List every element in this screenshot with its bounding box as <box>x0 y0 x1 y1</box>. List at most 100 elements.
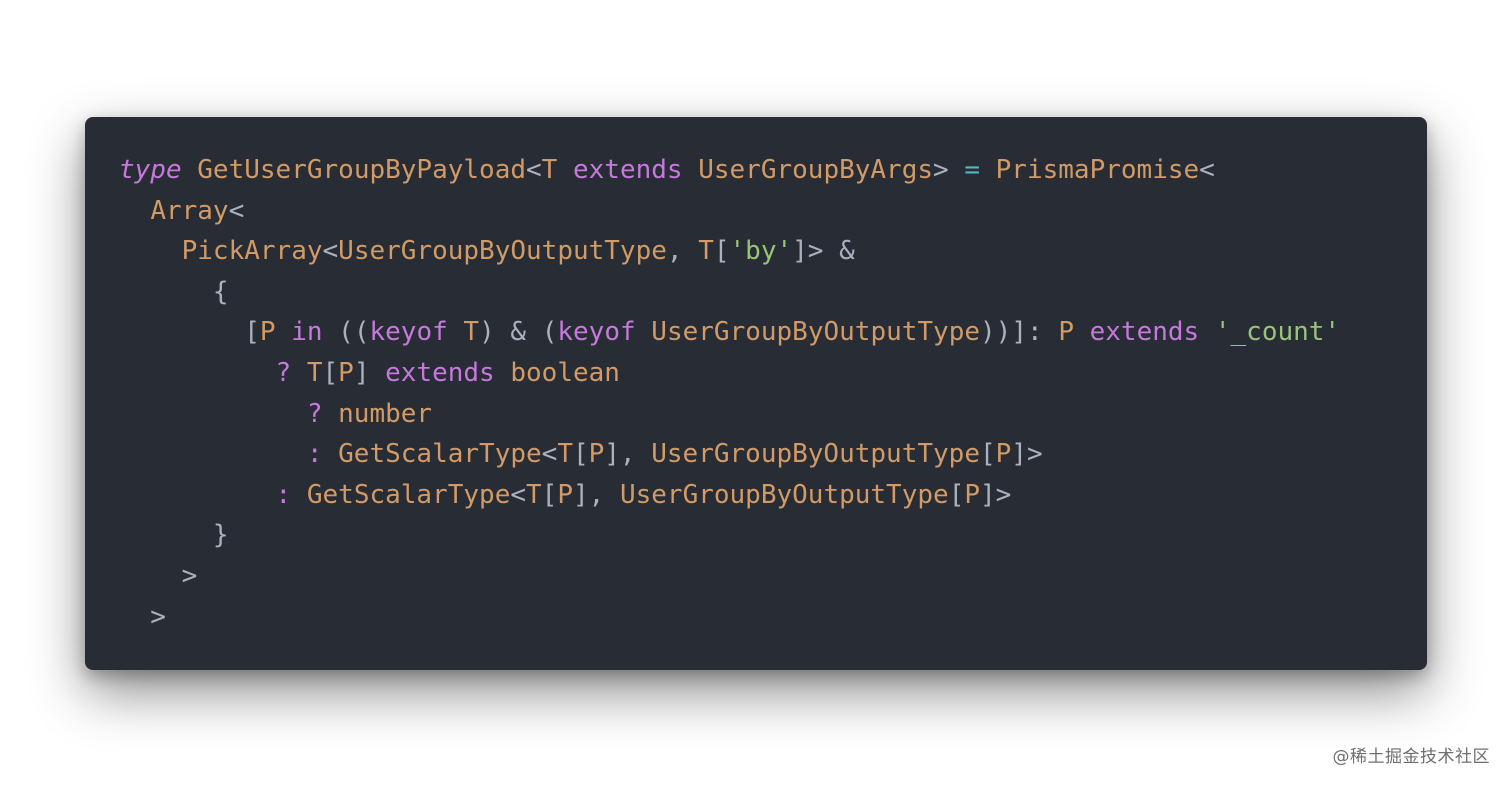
code-token: > <box>933 155 965 185</box>
code-token: ], <box>604 439 652 470</box>
code-token: , <box>666 236 699 267</box>
code-token: T <box>526 479 542 510</box>
code-token: T <box>306 357 323 388</box>
code-token: boolean <box>510 357 620 388</box>
code-token: = <box>964 155 980 185</box>
code-token: UserGroupByArgs <box>698 155 934 185</box>
code-token: extends <box>1089 317 1200 348</box>
code-token: Array <box>150 195 229 226</box>
code-token: : <box>306 439 323 470</box>
code-token: ] <box>353 357 386 388</box>
code-token: P <box>338 357 354 388</box>
code-token: P <box>588 439 605 470</box>
code-token: ))]: <box>980 317 1059 348</box>
code-token: P <box>259 317 276 348</box>
code-line: [P in ((keyof T) & (keyof UserGroupByOut… <box>119 312 1340 353</box>
code-token: PickArray <box>181 236 323 267</box>
code-line: } <box>119 515 1340 556</box>
code-token: [ <box>119 317 260 348</box>
code-token: 'by' <box>729 236 793 267</box>
code-line: ? T[P] extends boolean <box>119 353 1340 394</box>
code-token: UserGroupByOutputType <box>338 236 667 267</box>
code-token: GetScalarType <box>306 479 511 510</box>
code-token: < <box>228 195 245 226</box>
code-token: ]> & <box>792 236 855 267</box>
code-token: P <box>964 479 980 510</box>
code-token: > <box>119 601 166 632</box>
code-token: < <box>541 439 558 470</box>
code-token: extends <box>572 155 683 185</box>
code-token: ) & ( <box>479 317 558 348</box>
code-token: P <box>557 479 573 510</box>
code-line: : GetScalarType<T[P], UserGroupByOutputT… <box>119 434 1340 475</box>
code-token: < <box>322 236 339 267</box>
code-token: GetScalarType <box>338 439 542 470</box>
code-line: Array< <box>119 191 1340 232</box>
code-token: ]> <box>980 479 1012 510</box>
watermark-text: @稀土掘金技术社区 <box>1332 747 1490 767</box>
code-token: } <box>119 520 229 551</box>
code-token: [ <box>979 439 996 470</box>
code-token: [ <box>948 479 965 510</box>
code-block: type GetUserGroupByPayload<T extends Use… <box>119 150 1340 637</box>
code-token: (( <box>322 317 370 348</box>
code-token: GetUserGroupByPayload <box>197 155 527 185</box>
code-token: ]> <box>1011 439 1043 470</box>
code-line: PickArray<UserGroupByOutputType, T['by']… <box>119 231 1340 272</box>
code-line: ? number <box>119 394 1340 435</box>
code-token: '_count' <box>1214 317 1341 348</box>
code-token: < <box>1199 155 1215 185</box>
code-token: T <box>463 317 480 348</box>
code-token: [ <box>713 236 730 267</box>
code-token: ? <box>306 398 323 429</box>
code-token: [ <box>541 479 558 510</box>
code-token: < <box>526 155 542 185</box>
code-line: > <box>119 556 1340 597</box>
code-token: T <box>557 439 573 470</box>
code-token: extends <box>385 357 495 388</box>
code-token: { <box>119 276 229 307</box>
code-token: UserGroupByOutputType <box>619 479 949 510</box>
code-token: : <box>275 479 292 510</box>
code-token: < <box>510 479 527 510</box>
code-token: keyof <box>369 317 448 348</box>
code-token: UserGroupByOutputType <box>651 317 981 348</box>
code-token: [ <box>322 357 339 388</box>
code-token: UserGroupByOutputType <box>651 439 980 470</box>
code-token: T <box>698 236 714 267</box>
code-token: T <box>541 155 558 185</box>
code-token: [ <box>572 439 589 470</box>
code-token: in <box>291 317 323 348</box>
code-token: keyof <box>557 317 636 348</box>
code-token: type <box>119 155 182 185</box>
code-line: { <box>119 272 1340 313</box>
code-line: : GetScalarType<T[P], UserGroupByOutputT… <box>119 475 1340 516</box>
code-token: ? <box>275 357 292 388</box>
code-token: > <box>119 560 198 591</box>
code-token: P <box>1058 317 1074 348</box>
code-token: PrismaPromise <box>995 155 1200 185</box>
code-token: P <box>995 439 1012 470</box>
code-token: number <box>338 398 433 429</box>
code-line: type GetUserGroupByPayload<T extends Use… <box>119 150 1340 191</box>
